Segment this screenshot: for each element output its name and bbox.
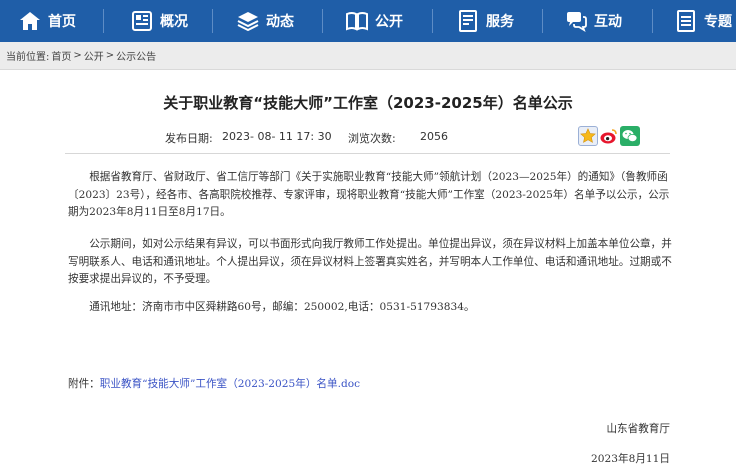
breadcrumb-separator: > (105, 50, 115, 61)
page-title: 关于职业教育“技能大师”工作室（2023-2025年）名单公示 (163, 94, 573, 112)
nav-item-overview[interactable]: 概况 (130, 0, 188, 42)
nav-divider (432, 9, 433, 33)
meta-divider (65, 153, 670, 154)
attachment-link[interactable]: 职业教育“技能大师”工作室（2023-2025年）名单.doc (100, 378, 360, 390)
list-icon (674, 9, 698, 33)
view-count-label: 浏览次数: (348, 132, 396, 145)
nav-item-interaction[interactable]: 互动 (564, 0, 622, 42)
nav-label: 首页 (48, 14, 76, 30)
nav-divider (212, 9, 213, 33)
nav-label: 互动 (594, 14, 622, 30)
grid-icon (130, 9, 154, 33)
qzone-share-icon[interactable] (578, 126, 598, 146)
nav-item-home[interactable]: 首页 (18, 0, 76, 42)
breadcrumb-notice[interactable]: 公示公告 (116, 48, 156, 63)
signature: 山东省教育厅 (606, 423, 670, 435)
publish-date-value: 2023- 08- 11 17: 30 (222, 130, 332, 143)
book-icon (345, 9, 369, 33)
view-count-value: 2056 (420, 130, 448, 143)
nav-item-service[interactable]: 服务 (456, 0, 514, 42)
attachment-row: 附件：职业教育“技能大师”工作室（2023-2025年）名单.doc (68, 376, 360, 391)
nav-item-public[interactable]: 公开 (345, 0, 403, 42)
nav-label: 服务 (486, 14, 514, 30)
attachment-label: 附件： (68, 378, 100, 390)
breadcrumb-home[interactable]: 首页 (51, 48, 71, 63)
nav-divider (542, 9, 543, 33)
nav-item-news[interactable]: 动态 (236, 0, 294, 42)
top-nav: 首页 概况 动态 公开 服务 互动 专题 (0, 0, 736, 42)
breadcrumb-public[interactable]: 公开 (84, 48, 104, 63)
signature-date: 2023年8月11日 (591, 453, 670, 465)
wechat-share-icon[interactable] (620, 126, 640, 146)
article-paragraph: 通讯地址：济南市市中区舜耕路60号，邮编：250002,电话：0531-5179… (89, 301, 475, 313)
weibo-share-icon[interactable] (599, 126, 619, 146)
nav-label: 专题 (704, 14, 732, 30)
chat-icon (564, 9, 588, 33)
nav-divider (652, 9, 653, 33)
nav-label: 公开 (375, 14, 403, 30)
article-paragraph: 公示期间，如对公示结果有异议，可以书面形式向我厅教师工作处提出。单位提出异议，须… (68, 238, 672, 285)
stack-icon (236, 9, 260, 33)
nav-item-topics[interactable]: 专题 (674, 0, 732, 42)
home-icon (18, 9, 42, 33)
nav-divider (103, 9, 104, 33)
breadcrumb-separator: > (73, 50, 82, 61)
nav-label: 概况 (160, 14, 188, 30)
breadcrumb: 当前位置: 首页 > 公开 > 公示公告 (0, 42, 736, 70)
article-paragraph: 根据省教育厅、省财政厅、省工信厅等部门《关于实施职业教育“技能大师”领航计划（2… (68, 171, 670, 218)
publish-date-label: 发布日期: (165, 132, 213, 145)
breadcrumb-prefix: 当前位置: (6, 52, 50, 63)
document-icon (456, 9, 480, 33)
nav-divider (322, 9, 323, 33)
nav-label: 动态 (266, 14, 294, 30)
